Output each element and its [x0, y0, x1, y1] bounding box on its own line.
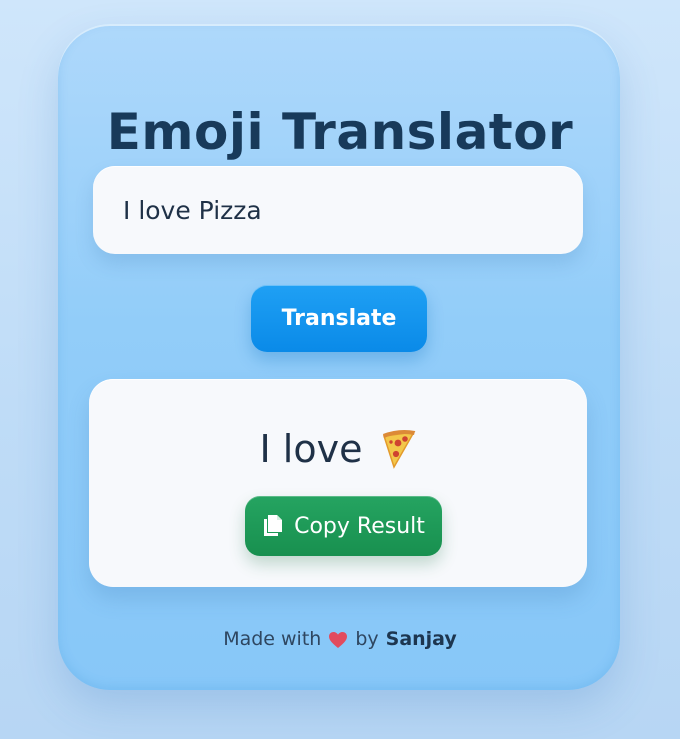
copy-result-button[interactable]: Copy Result [245, 496, 442, 556]
footer: Made with by Sanjay [0, 626, 680, 652]
author-name: Sanjay [385, 628, 457, 650]
pizza-icon [378, 427, 420, 471]
translate-button[interactable]: Translate [251, 285, 427, 352]
result-text: I love [259, 427, 363, 471]
translation-result: I love [0, 424, 680, 474]
text-input[interactable] [123, 195, 553, 225]
page-title: Emoji Translator [106, 102, 574, 161]
copy-result-label: Copy Result [294, 513, 425, 539]
heart-icon [328, 630, 348, 648]
footer-by: by [355, 628, 379, 650]
footer-made-with: Made with [223, 628, 322, 650]
copy-icon [262, 514, 284, 538]
text-input-container[interactable] [93, 166, 583, 254]
